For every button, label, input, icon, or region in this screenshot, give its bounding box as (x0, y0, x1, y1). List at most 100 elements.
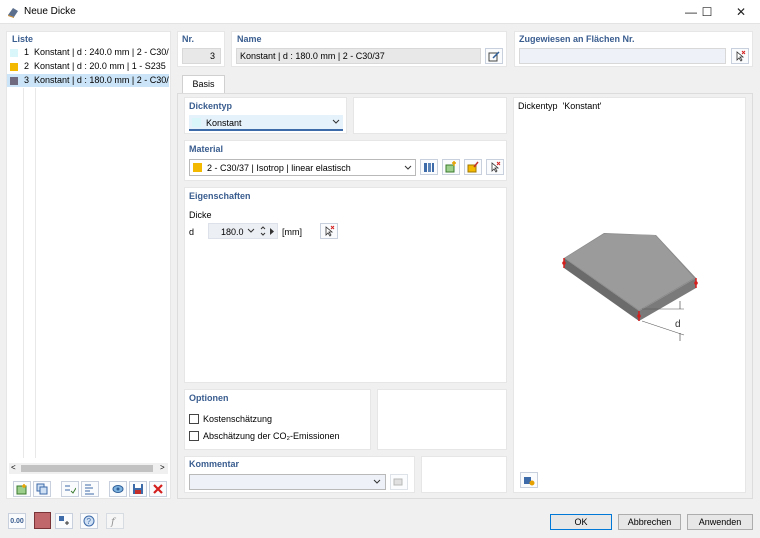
name-header: Name (237, 34, 262, 44)
view-button[interactable] (109, 481, 127, 497)
edit-name-button[interactable] (485, 48, 503, 64)
preview-settings-button[interactable] (520, 472, 538, 488)
list-sort-icon (85, 484, 94, 495)
item-label: Konstant | d : 240.0 mm | 2 - C30/37 (34, 47, 169, 57)
library-icon (393, 478, 403, 486)
pick-material-button[interactable] (486, 159, 504, 175)
svg-text:f: f (110, 517, 117, 527)
list-item[interactable]: 1 Konstant | d : 240.0 mm | 2 - C30/37 (7, 46, 169, 59)
edit-icon (488, 51, 500, 62)
formula-icon: f (110, 517, 117, 527)
material-header: Material (189, 144, 224, 154)
formula-button[interactable]: f (106, 513, 124, 529)
item-number: 1 (24, 47, 30, 57)
properties-subheader: Dicke (189, 210, 212, 220)
thickness-type-header: Dickentyp (189, 101, 233, 111)
dim-label: d (675, 319, 681, 330)
comment-extra-panel (421, 456, 507, 493)
maximize-button[interactable]: ☐ (692, 0, 722, 24)
nr-field[interactable]: 3 (182, 48, 221, 64)
thickness-type-panel: Dickentyp Konstant (184, 97, 347, 134)
color-button[interactable] (34, 512, 51, 529)
item-label: Konstant | d : 180.0 mm | 2 - C30/37 (34, 75, 169, 85)
co2-checkbox[interactable] (189, 431, 199, 441)
options-header: Optionen (189, 393, 229, 403)
item-number: 2 (24, 61, 30, 71)
tab-basis[interactable]: Basis (182, 75, 225, 94)
chevron-down-icon[interactable] (373, 479, 381, 485)
cancel-button[interactable]: Abbrechen (618, 514, 681, 530)
pick-cursor-icon (325, 225, 335, 237)
assigned-panel: Zugewiesen an Flächen Nr. (514, 31, 753, 67)
units-icon (59, 516, 69, 525)
window-title: Neue Dicke (24, 6, 76, 17)
pick-cursor-icon (736, 50, 746, 62)
list-header: Liste (12, 34, 34, 44)
comment-library-button[interactable] (390, 474, 408, 490)
app-icon (8, 8, 18, 18)
new-material-button[interactable] (442, 159, 460, 175)
new-item-button[interactable] (13, 481, 31, 497)
list-item[interactable]: 2 Konstant | d : 20.0 mm | 1 - S235 (7, 60, 169, 73)
library-icon (424, 163, 434, 172)
close-button[interactable]: ✕ (726, 0, 756, 24)
copy-item-button[interactable] (33, 481, 51, 497)
new-icon (16, 484, 27, 495)
scrollbar-thumb[interactable] (21, 465, 153, 472)
chevron-down-icon[interactable] (247, 228, 255, 234)
save-button[interactable] (129, 481, 147, 497)
decimal-places-button[interactable]: 0.00 (8, 513, 26, 529)
item-label: Konstant | d : 20.0 mm | 1 - S235 (34, 61, 166, 71)
material-select[interactable]: 2 - C30/37 | Isotrop | linear elastisch (189, 159, 416, 176)
svg-text:?: ? (87, 517, 92, 526)
type-swatch (192, 118, 201, 127)
scroll-left-icon[interactable]: < (11, 463, 16, 472)
check-button[interactable] (61, 481, 79, 497)
cost-label: Kostenschätzung (203, 414, 273, 424)
comment-header: Kommentar (189, 459, 240, 469)
thickness-extra-panel (353, 97, 507, 134)
color-swatch (10, 48, 18, 57)
material-library-button[interactable] (420, 159, 438, 175)
options-panel: Optionen Kostenschätzung Abschätzung der… (184, 389, 371, 450)
units-button[interactable] (55, 513, 73, 529)
name-field[interactable]: Konstant | d : 180.0 mm | 2 - C30/37 (236, 48, 481, 64)
pick-thickness-button[interactable] (320, 223, 338, 239)
sort-button[interactable] (81, 481, 99, 497)
delete-button[interactable] (149, 481, 167, 497)
new-material-icon (445, 161, 456, 173)
nr-header: Nr. (182, 34, 195, 44)
edit-material-button[interactable] (464, 159, 482, 175)
view-settings-icon (524, 477, 535, 486)
delete-icon (153, 484, 163, 494)
pick-surfaces-button[interactable] (731, 48, 749, 64)
color-swatch (10, 62, 18, 71)
item-number: 3 (24, 75, 30, 85)
list-item-selected[interactable]: 3 Konstant | d : 180.0 mm | 2 - C30/37 (7, 74, 169, 87)
checklist-icon (65, 485, 76, 494)
horizontal-scrollbar[interactable]: < > (9, 463, 168, 474)
comment-input[interactable] (189, 474, 386, 490)
options-extra-panel (377, 389, 507, 450)
save-icon (133, 484, 143, 494)
color-swatch (10, 76, 18, 85)
thickness-type-select[interactable]: Konstant (189, 115, 343, 131)
help-button[interactable]: ? (80, 513, 98, 529)
cost-checkbox[interactable] (189, 414, 199, 424)
pick-cursor-icon (491, 161, 501, 173)
properties-panel: Eigenschaften Dicke d 180.0 [mm] (184, 187, 507, 383)
thickness-type-value: Konstant (206, 118, 242, 128)
properties-header: Eigenschaften (189, 191, 251, 201)
title-bar: Neue Dicke — ☐ ✕ (0, 0, 760, 24)
nr-panel: Nr. 3 (177, 31, 225, 67)
help-icon: ? (83, 515, 95, 527)
ok-button[interactable]: OK (550, 514, 612, 530)
arrow-right-icon[interactable] (270, 228, 275, 235)
spin-icon[interactable] (260, 225, 266, 237)
comment-panel: Kommentar (184, 456, 415, 493)
assigned-field[interactable] (519, 48, 726, 64)
edit-material-icon (467, 161, 479, 173)
apply-button[interactable]: Anwenden (687, 514, 753, 530)
scroll-right-icon[interactable]: > (160, 463, 165, 472)
thickness-input[interactable]: 180.0 (208, 223, 278, 239)
